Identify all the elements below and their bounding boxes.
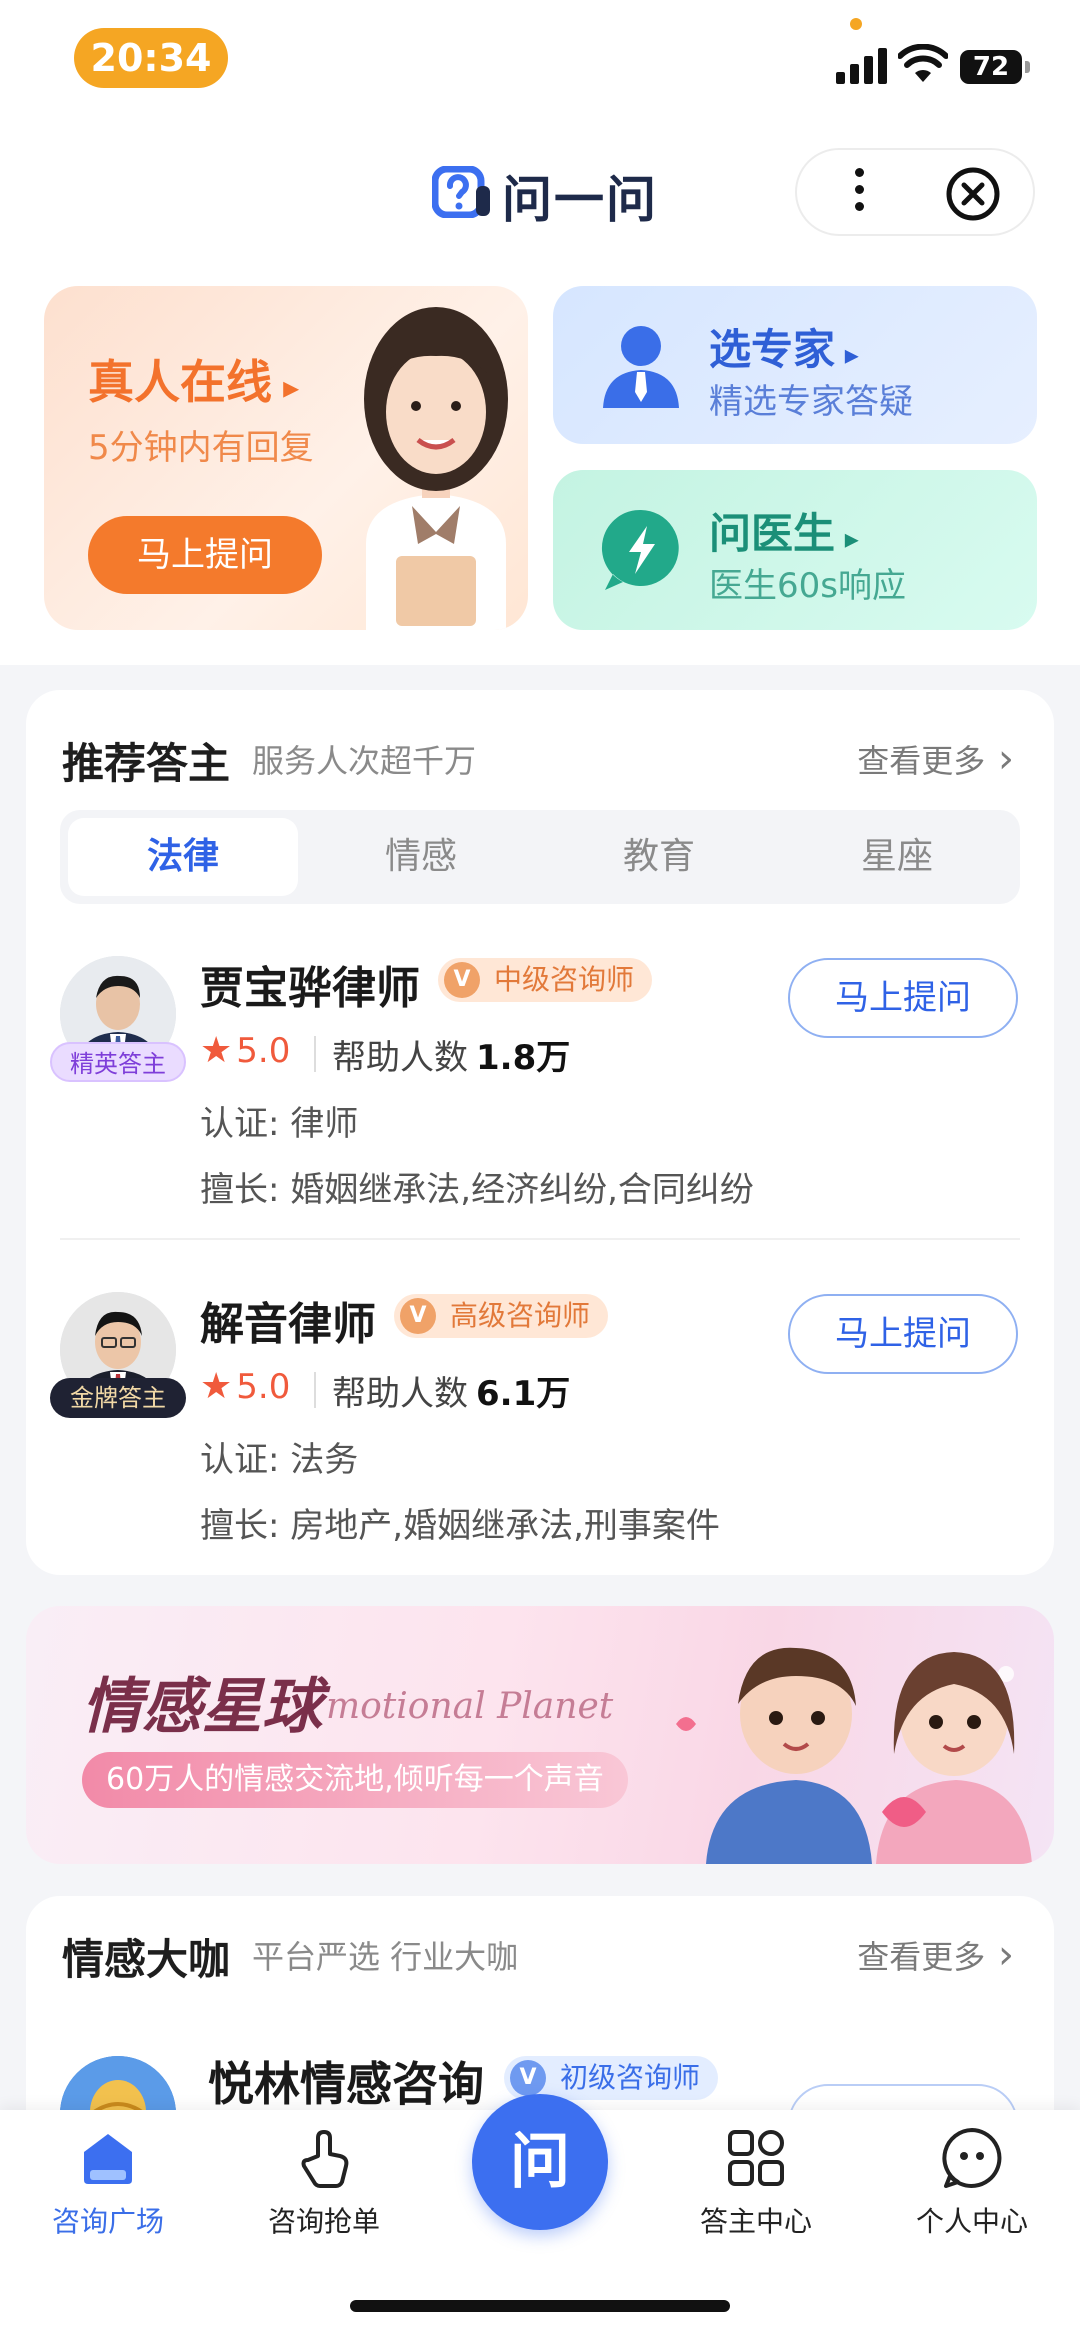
choose-expert-subtitle: 精选专家答疑 <box>709 382 913 422</box>
emotion-planet-banner[interactable]: 情感星球 motional Planet 60万人的情感交流地,倾听每一个声音 <box>26 1606 1054 1864</box>
category-tabs: 法律 情感 教育 星座 <box>60 810 1020 904</box>
ask-doctor-card[interactable]: 问医生 医生60s响应 <box>553 470 1037 630</box>
rating: ★ 5.0 <box>200 1030 290 1071</box>
tab-education[interactable]: 教育 <box>544 818 774 896</box>
level-tag: V 中级咨询师 <box>438 958 653 1002</box>
star-icon: ★ <box>200 1366 233 1407</box>
banner-english-title: motional Planet <box>326 1686 614 1727</box>
help-label: 帮助人数 <box>332 1038 468 1078</box>
help-count: 帮助人数 6.1万 <box>332 1366 570 1415</box>
battery-icon: 72 <box>960 50 1030 84</box>
wifi-icon <box>898 44 948 82</box>
tab-emotion[interactable]: 情感 <box>306 818 536 896</box>
nav-personal-center[interactable]: 个人中心 <box>882 2126 1062 2256</box>
tab-law[interactable]: 法律 <box>68 818 298 896</box>
ask-doctor-title: 问医生 <box>709 500 859 561</box>
section-title: 情感大咖 <box>62 1935 231 1984</box>
status-badge: 金牌答主 <box>50 1378 186 1418</box>
rating-value: 5.0 <box>236 1367 291 1407</box>
expert-name: 贾宝骅律师 <box>200 963 420 1014</box>
specialties: 擅长: 房地产,婚姻继承法,刑事案件 <box>200 1506 720 1546</box>
expert-name: 悦林情感咨询 <box>208 2057 484 2111</box>
home-indicator <box>350 2300 730 2312</box>
status-badge: 精英答主 <box>50 1042 186 1082</box>
expert-card[interactable]: 金牌答主 解音律师 V 高级咨询师 ★ 5.0 帮助人数 6.1万 认证: 法务 擅… <box>26 1272 1054 1572</box>
app-logo-icon <box>432 166 490 218</box>
ask-now-button[interactable]: 马上提问 <box>788 958 1018 1038</box>
level-v-icon: V <box>510 2060 546 2096</box>
doctor-lightning-icon <box>601 509 679 590</box>
ask-now-button[interactable]: 马上提问 <box>788 1294 1018 1374</box>
divider <box>60 1238 1020 1240</box>
banner-title: 情感星球 <box>82 1672 322 1742</box>
view-more-link[interactable]: 查看更多 <box>857 1932 1014 1978</box>
home-icon <box>84 2134 132 2184</box>
section-subtitle: 服务人次超千万 <box>252 742 477 780</box>
view-more-link[interactable]: 查看更多 <box>857 736 1014 782</box>
status-time: 20:34 <box>74 28 228 88</box>
expert-card[interactable]: 精英答主 贾宝骅律师 V 中级咨询师 ★ 5.0 帮助人数 1.8万 认证: 律师 … <box>26 936 1054 1236</box>
rating-value: 5.0 <box>236 1031 291 1071</box>
nav-label: 咨询广场 <box>51 2205 164 2238</box>
live-agent-title: 真人在线 <box>88 346 299 412</box>
couple-illustration <box>676 1647 1032 1864</box>
divider <box>314 1036 316 1072</box>
level-label: 初级咨询师 <box>560 2061 701 2094</box>
rating: ★ 5.0 <box>200 1366 290 1407</box>
more-options-icon[interactable] <box>855 168 865 218</box>
ask-now-button[interactable]: 马上提问 <box>88 516 322 594</box>
live-agent-card[interactable]: 真人在线 5分钟内有回复 马上提问 <box>44 286 528 630</box>
nav-label: 咨询抢单 <box>267 2205 380 2238</box>
specialties: 擅长: 婚姻继承法,经济纠纷,合同纠纷 <box>200 1170 754 1210</box>
divider <box>314 1372 316 1408</box>
nav-answerer-center[interactable]: 答主中心 <box>666 2126 846 2256</box>
level-v-icon: V <box>400 1298 436 1334</box>
cellular-signal-icon <box>836 48 888 84</box>
tap-hand-icon <box>301 2130 349 2188</box>
agent-photo <box>364 307 508 630</box>
choose-expert-title: 选专家 <box>709 316 859 377</box>
nav-consult-plaza[interactable]: 咨询广场 <box>18 2126 198 2256</box>
expert-person-icon <box>603 326 679 408</box>
app-title: 问一问 <box>502 171 658 229</box>
ask-center-button[interactable]: 问 <box>472 2094 608 2230</box>
certification: 认证: 法务 <box>200 1440 359 1480</box>
privacy-indicator-dot <box>850 18 862 30</box>
help-count-value: 6.1万 <box>476 1374 571 1414</box>
nav-label: 答主中心 <box>699 2205 812 2238</box>
section-subtitle: 平台严选 行业大咖 <box>252 1938 519 1976</box>
level-label: 中级咨询师 <box>494 963 635 996</box>
face-icon <box>942 2128 1002 2188</box>
section-title: 推荐答主 <box>62 739 231 788</box>
tab-astrology[interactable]: 星座 <box>782 818 1012 896</box>
mini-program-capsule <box>795 148 1035 236</box>
live-agent-subtitle: 5分钟内有回复 <box>88 428 314 468</box>
recommended-experts-section: 推荐答主 服务人次超千万 查看更多 法律 情感 教育 星座 精英答主 贾宝骅律师… <box>26 690 1054 1575</box>
nav-label: 个人中心 <box>915 2205 1028 2238</box>
star-icon: ★ <box>200 1030 233 1071</box>
level-label: 高级咨询师 <box>450 1299 591 1332</box>
banner-subtitle: 60万人的情感交流地,倾听每一个声音 <box>82 1752 628 1808</box>
grid-apps-icon <box>728 2130 784 2186</box>
help-count: 帮助人数 1.8万 <box>332 1030 570 1079</box>
level-v-icon: V <box>444 962 480 998</box>
expert-name: 解音律师 <box>200 1299 376 1350</box>
nav-grab-order[interactable]: 咨询抢单 <box>234 2126 414 2256</box>
close-icon[interactable] <box>945 166 1001 222</box>
help-label: 帮助人数 <box>332 1374 468 1414</box>
level-tag: V 高级咨询师 <box>394 1294 609 1338</box>
help-count-value: 1.8万 <box>476 1038 571 1078</box>
certification: 认证: 律师 <box>200 1104 359 1144</box>
ask-doctor-subtitle: 医生60s响应 <box>709 566 906 606</box>
choose-expert-card[interactable]: 选专家 精选专家答疑 <box>553 286 1037 444</box>
